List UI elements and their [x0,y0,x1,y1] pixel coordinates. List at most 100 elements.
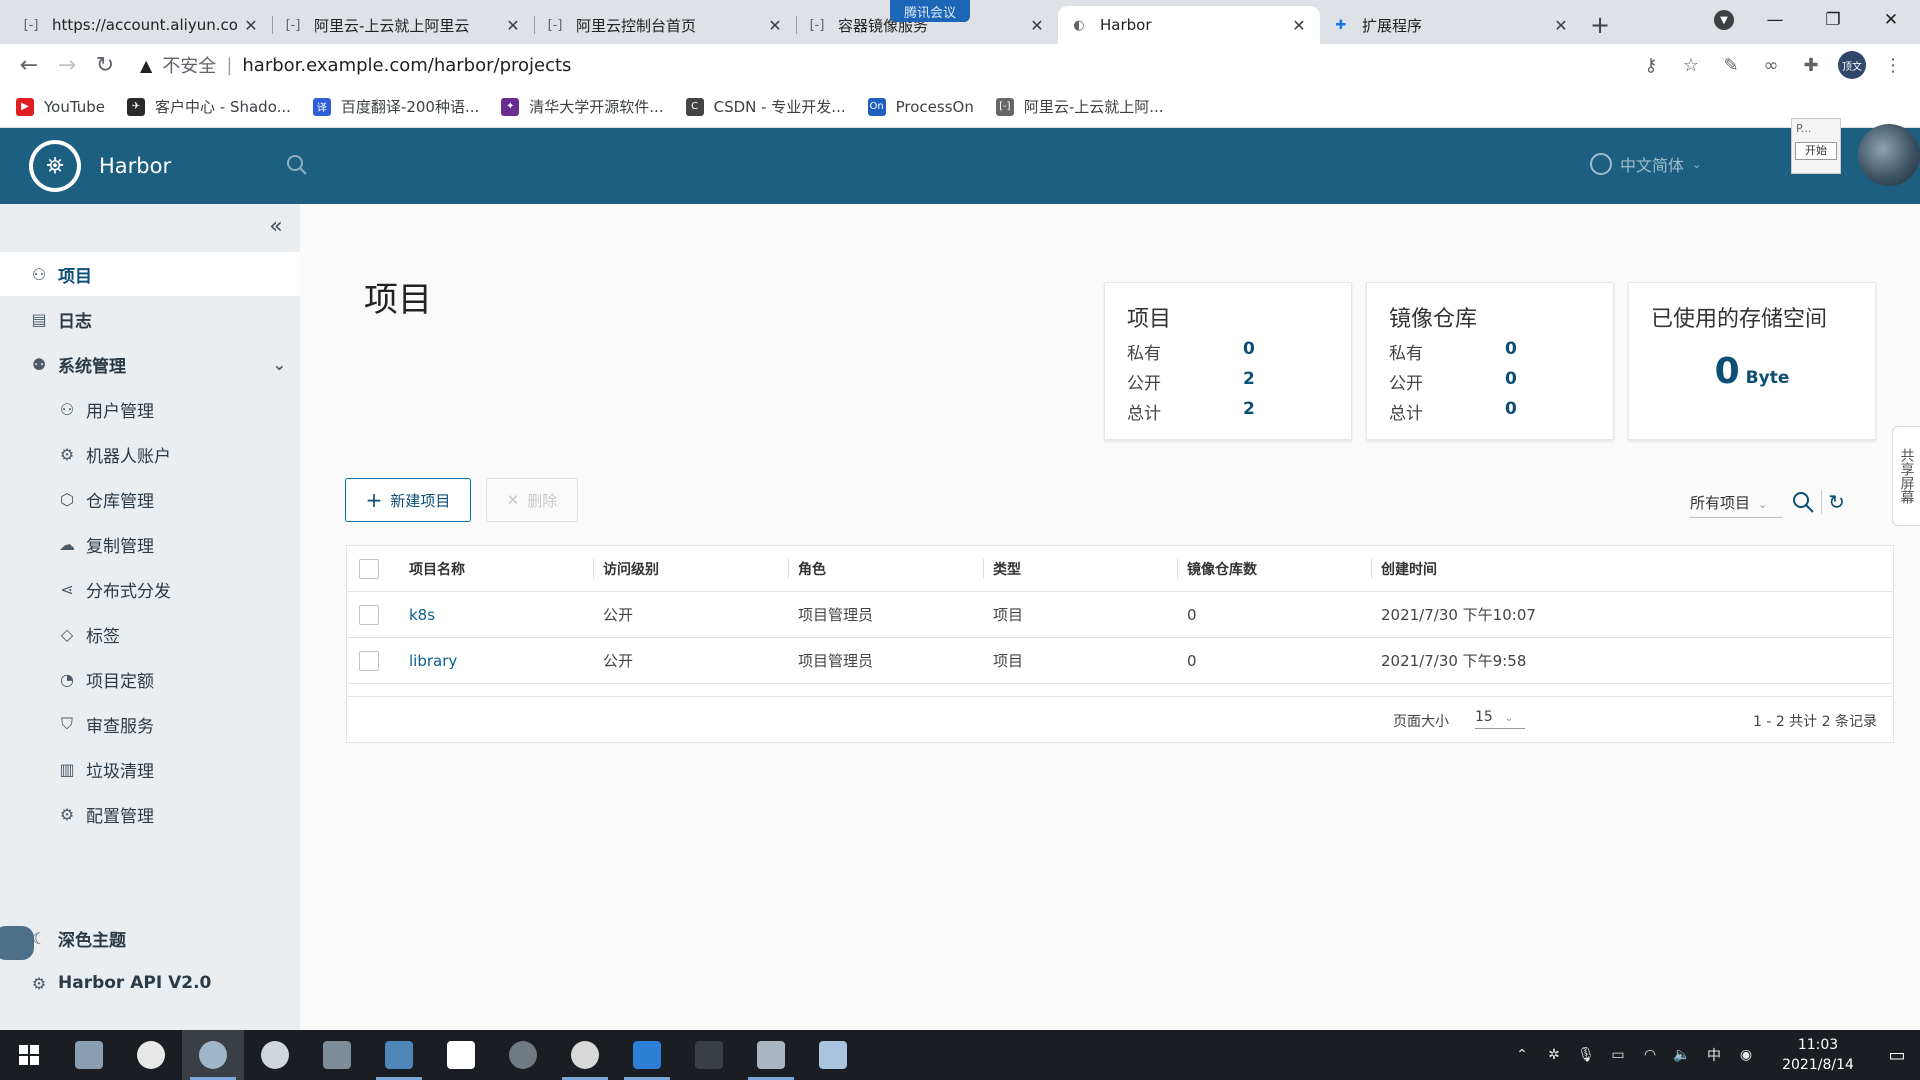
sidebar-item-logs[interactable]: ▤ 日志 [0,297,300,341]
brand-name[interactable]: Harbor [99,154,171,178]
taskbar-app-typora[interactable] [430,1030,492,1080]
back-icon[interactable]: ← [12,48,46,82]
minimize-icon[interactable]: — [1746,0,1804,40]
page-size-select[interactable]: 15 ⌄ [1475,709,1525,729]
row-checkbox[interactable] [359,604,379,625]
global-search-icon[interactable] [286,154,308,176]
sidebar-item-interrogation[interactable]: ⛉ 审查服务 [0,702,300,746]
sidebar-item-quotas[interactable]: ◔ 项目定额 [0,657,300,701]
sidebar-item-distributions[interactable]: ⋖ 分布式分发 [0,567,300,611]
sidebar-item-gc[interactable]: ▥ 垃圾清理 [0,747,300,791]
browser-tab-1[interactable]: [-] https://account.aliyun.co ✕ [10,6,272,44]
close-tab-icon[interactable]: ✕ [766,16,784,35]
clock[interactable]: 11:03 2021/8/14 [1770,1035,1866,1075]
browser-tab-2[interactable]: [-] 阿里云-上云就上阿里云 ✕ [272,6,534,44]
extensions-icon[interactable]: ✚ [1798,52,1824,78]
browser-tab-extensions[interactable]: ✚ 扩展程序 ✕ [1320,6,1582,44]
taskbar-app-chrome[interactable] [182,1030,244,1080]
start-button[interactable]: 开始 [1795,142,1837,160]
taskbar-app-wechat[interactable] [244,1030,306,1080]
close-tab-icon[interactable]: ✕ [1290,16,1308,35]
tab-search-icon[interactable]: ▼ [1714,10,1734,30]
project-name-link[interactable]: library [409,638,457,683]
bookmark-youtube[interactable]: ▶ YouTube [16,97,105,116]
ime-indicator[interactable]: 中 [1701,1042,1727,1068]
reload-icon[interactable]: ↻ [88,48,122,82]
forward-icon[interactable]: → [50,48,84,82]
taskbar-app-explorer-photo[interactable] [58,1030,120,1080]
edit-icon[interactable]: ✎ [1718,52,1744,78]
close-tab-icon[interactable]: ✕ [1552,16,1570,35]
sidebar-item-registries[interactable]: ⬡ 仓库管理 [0,477,300,521]
table-row[interactable]: library 公开 项目管理员 项目 0 2021/7/30 下午9:58 [347,638,1893,684]
address-bar[interactable]: ▲ 不安全 | harbor.example.com/harbor/projec… [126,48,1638,82]
user-avatar[interactable] [1858,124,1920,186]
bookmark-csdn[interactable]: C CSDN - 专业开发... [685,96,846,117]
column-header[interactable]: 镜像仓库数 [1177,546,1257,591]
table-row[interactable]: k8s 公开 项目管理员 项目 0 2021/7/30 下午10:07 [347,592,1893,638]
notifications-icon[interactable]: ▭ [1874,1030,1920,1080]
taskbar-app-notes[interactable] [802,1030,864,1080]
column-header[interactable]: 项目名称 [409,546,465,591]
search-icon[interactable] [1791,490,1815,514]
close-tab-icon[interactable]: ✕ [1028,16,1046,35]
sidebar-item-system-admin[interactable]: ⚉ 系统管理 ⌄ [0,342,300,386]
wifi-icon[interactable]: ◠ [1637,1042,1663,1068]
api-link[interactable]: ⚙ Harbor API V2.0 [0,961,300,1005]
new-tab-button[interactable]: + [1582,6,1618,44]
bookmark-customer-center[interactable]: ✈ 客户中心 - Shado... [127,96,291,117]
taskbar-app-photo[interactable] [740,1030,802,1080]
project-name-link[interactable]: k8s [409,592,435,637]
taskbar-app-vivaldi[interactable] [120,1030,182,1080]
sidebar-item-labels[interactable]: ◇ 标签 [0,612,300,656]
browser-tab-harbor[interactable]: ◐ Harbor ✕ [1058,6,1320,44]
dark-theme-toggle[interactable]: ☾ 深色主题 [0,916,300,960]
language-switcher[interactable]: 中文简体 ⌄ [1590,152,1701,176]
column-header[interactable]: 角色 [788,546,826,591]
sidebar-item-replications[interactable]: ☁ 复制管理 [0,522,300,566]
meeting-badge[interactable]: 腾讯会议 [890,0,971,22]
column-header[interactable]: 类型 [983,546,1021,591]
sidebar-item-users[interactable]: ⚇ 用户管理 [0,387,300,431]
microphone-icon[interactable]: 🎙 [1573,1042,1599,1068]
tray-app-icon[interactable]: ◉ [1733,1042,1759,1068]
taskbar-app-files[interactable] [306,1030,368,1080]
key-icon[interactable]: ⚷ [1638,52,1664,78]
new-project-button[interactable]: + 新建项目 [345,478,471,522]
taskbar-app-vm[interactable] [368,1030,430,1080]
taskbar-app-settings[interactable] [492,1030,554,1080]
close-tab-icon[interactable]: ✕ [504,16,522,35]
profile-avatar[interactable]: 顶文 [1838,51,1866,79]
link-icon[interactable]: ∞ [1758,52,1784,78]
app-tray-icon[interactable]: ✲ [1541,1042,1567,1068]
volume-icon[interactable]: 🔈 [1669,1042,1695,1068]
restore-icon[interactable]: ❐ [1804,0,1862,40]
column-header[interactable]: 创建时间 [1371,546,1437,591]
sidebar-item-projects[interactable]: ⚇ 项目 [0,252,300,296]
delete-button[interactable]: ✕ 删除 [486,478,578,522]
bookmark-aliyun[interactable]: [-] 阿里云-上云就上阿... [995,96,1164,117]
battery-icon[interactable]: ▭ [1605,1042,1631,1068]
browser-tab-3[interactable]: [-] 阿里云控制台首页 ✕ [534,6,796,44]
star-icon[interactable]: ☆ [1678,52,1704,78]
collapse-sidebar-icon[interactable]: « [262,214,290,242]
row-checkbox[interactable] [359,650,379,671]
sidebar-item-robot-accounts[interactable]: ⚙ 机器人账户 [0,432,300,476]
select-all-checkbox[interactable] [359,558,379,579]
taskbar-app-netease[interactable] [554,1030,616,1080]
taskbar-app-meeting[interactable] [616,1030,678,1080]
refresh-icon[interactable]: ↻ [1821,490,1845,514]
sidebar-item-configuration[interactable]: ⚙ 配置管理 [0,792,300,836]
share-screen-tab[interactable]: 共享屏幕 [1892,426,1920,526]
column-header[interactable]: 访问级别 [593,546,659,591]
chevron-up-icon[interactable]: ⌃ [1509,1042,1535,1068]
bookmark-tsinghua-mirror[interactable]: ✦ 清华大学开源软件... [501,96,664,117]
menu-icon[interactable]: ⋮ [1880,52,1906,78]
taskbar-app-misc[interactable] [678,1030,740,1080]
project-filter-select[interactable]: 所有项目 ⌄ [1690,492,1782,518]
windows-start-button[interactable] [0,1030,58,1080]
close-window-icon[interactable]: ✕ [1862,0,1920,40]
bookmark-processon[interactable]: On ProcessOn [867,97,974,116]
close-tab-icon[interactable]: ✕ [242,16,260,35]
harbor-logo[interactable]: ⛯ [29,140,81,192]
